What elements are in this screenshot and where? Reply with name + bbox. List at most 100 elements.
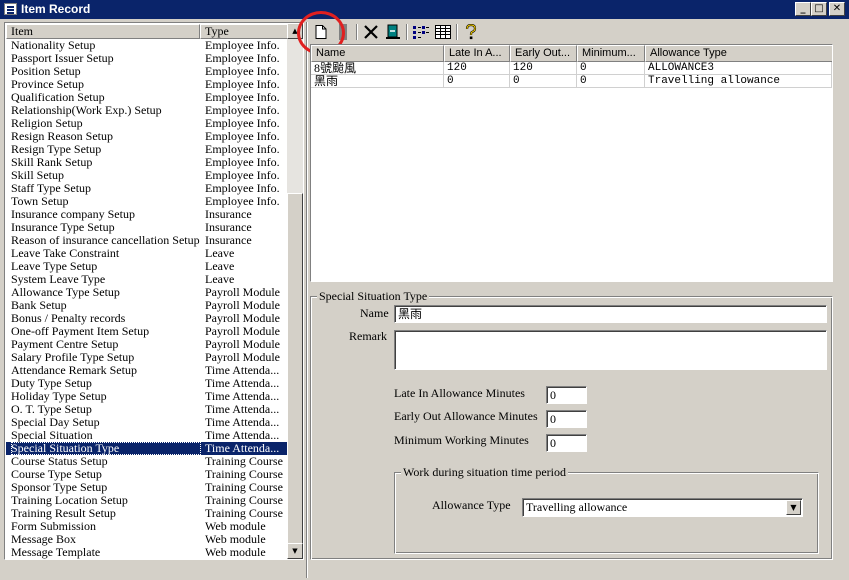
list-item[interactable]: Resign Type Setup Employee Info. [6,143,290,156]
list-item[interactable]: Religion Setup Employee Info. [6,117,290,130]
minimum-working-minutes-input[interactable]: 0 [546,434,587,452]
list-item[interactable]: Leave Type Setup Leave [6,260,290,273]
list-item[interactable]: Allowance Type Setup Payroll Module [6,286,290,299]
list-item[interactable]: Qualification Setup Employee Info. [6,91,290,104]
list-item-name: Resign Reason Setup [11,130,113,143]
list-item-name: Skill Rank Setup [11,156,93,169]
scroll-down-button[interactable]: ▼ [287,543,303,559]
grid-row[interactable]: 8號颱風 120 120 0 ALLOWANCE3 [311,62,832,75]
list-item-type: Employee Info. [205,65,280,78]
records-grid[interactable]: Name Late In A... Early Out... Minimum..… [310,44,833,282]
list-item-name: Resign Type Setup [11,143,102,156]
list-item-type: Insurance [205,221,252,234]
list-item[interactable]: Passport Issuer Setup Employee Info. [6,52,290,65]
list-item[interactable]: Special Day Setup Time Attenda... [6,416,290,429]
list-item[interactable]: Bonus / Penalty records Payroll Module [6,312,290,325]
item-list[interactable]: Item Type Nationality Setup Employee Info… [4,22,304,560]
early-out-minutes-input[interactable]: 0 [546,410,587,428]
list-item[interactable]: Training Location Setup Training Course [6,494,290,507]
maximize-button[interactable]: □ [811,2,827,16]
list-item[interactable]: Province Setup Employee Info. [6,78,290,91]
close-button[interactable]: ✕ [829,2,845,16]
help-icon [465,23,477,40]
list-item-name: Sponsor Type Setup [11,481,108,494]
grid-cell-late-in: 0 [444,75,510,88]
list-item-type: Employee Info. [205,52,280,65]
grid-cell-name: 8號颱風 [311,62,444,75]
list-item[interactable]: O. T. Type Setup Time Attenda... [6,403,290,416]
list-item[interactable]: One-off Payment Item Setup Payroll Module [6,325,290,338]
list-item[interactable]: Course Type Setup Training Course [6,468,290,481]
list-item[interactable]: Salary Profile Type Setup Payroll Module [6,351,290,364]
pane-splitter[interactable] [306,22,308,578]
list-item[interactable]: Sponsor Type Setup Training Course [6,481,290,494]
save-button[interactable] [332,22,354,42]
column-header-type[interactable]: Type [200,24,291,39]
list-item[interactable]: Skill Setup Employee Info. [6,169,290,182]
grid-column-minimum[interactable]: Minimum... [577,45,645,62]
list-item-name: O. T. Type Setup [11,403,92,416]
list-item[interactable]: Nationality Setup Employee Info. [6,39,290,52]
list-item-type: Payroll Module [205,286,280,299]
list-item[interactable]: Reason of insurance cancellation Setup In… [6,234,290,247]
list-item[interactable]: Holiday Type Setup Time Attenda... [6,390,290,403]
item-list-scrollbar[interactable]: ▲ ▼ [287,23,303,559]
exit-button[interactable] [382,22,404,42]
list-item[interactable]: Staff Type Setup Employee Info. [6,182,290,195]
chevron-down-icon[interactable]: ▼ [786,500,801,515]
list-item-name: Nationality Setup [11,39,96,52]
list-item[interactable]: Attendance Remark Setup Time Attenda... [6,364,290,377]
list-item-name: Reason of insurance cancellation Setup [11,234,200,247]
allowance-type-select[interactable]: Travelling allowance ▼ [522,498,803,517]
list-item[interactable]: Bank Setup Payroll Module [6,299,290,312]
list-item[interactable]: Special Situation Time Attenda... [6,429,290,442]
list-item[interactable]: Form Submission Web module [6,520,290,533]
list-item-type: Insurance [205,208,252,221]
grid-column-early-out[interactable]: Early Out... [510,45,577,62]
minimize-button[interactable]: _ [795,2,811,16]
list-item-type: Employee Info. [205,117,280,130]
help-button[interactable] [460,22,482,42]
list-item[interactable]: System Leave Type Leave [6,273,290,286]
list-item[interactable]: Insurance Type Setup Insurance [6,221,290,234]
list-item-name: Special Situation Type [11,442,201,455]
allowance-type-label: Allowance Type [432,498,511,512]
delete-button[interactable] [360,22,382,42]
list-item[interactable]: Town Setup Employee Info. [6,195,290,208]
list-item-name: Training Result Setup [11,507,116,520]
list-item[interactable]: Relationship(Work Exp.) Setup Employee In… [6,104,290,117]
list-item[interactable]: Resign Reason Setup Employee Info. [6,130,290,143]
list-item[interactable]: Payment Centre Setup Payroll Module [6,338,290,351]
list-item[interactable]: Duty Type Setup Time Attenda... [6,377,290,390]
list-item[interactable]: Message Template Web module [6,546,290,559]
remark-textarea[interactable] [394,330,827,370]
grid-column-allowance-type[interactable]: Allowance Type [645,45,832,62]
list-item-name: Province Setup [11,78,84,91]
early-out-minutes-label: Early Out Allowance Minutes [394,409,538,423]
list-item[interactable]: Skill Rank Setup Employee Info. [6,156,290,169]
grid-row[interactable]: 黑雨 0 0 0 Travelling allowance [311,75,832,88]
column-header-item[interactable]: Item [6,24,200,39]
toolbar [310,21,510,43]
list-item[interactable]: Training Result Setup Training Course [6,507,290,520]
detail-view-button[interactable] [432,22,454,42]
late-in-minutes-input[interactable]: 0 [546,386,587,404]
list-item[interactable]: Course Status Setup Training Course [6,455,290,468]
list-item[interactable]: Message Box Web module [6,533,290,546]
list-view-button[interactable] [410,22,432,42]
detail-view-icon [435,25,451,39]
list-item-name: Religion Setup [11,117,83,130]
new-record-button[interactable] [310,22,332,42]
list-item[interactable]: Position Setup Employee Info. [6,65,290,78]
list-item-type: Time Attenda... [205,429,280,442]
list-item[interactable]: Special Situation Type Time Attenda... [6,442,290,455]
scroll-thumb[interactable] [287,193,303,559]
list-item[interactable]: Leave Take Constraint Leave [6,247,290,260]
records-grid-rows: 8號颱風 120 120 0 ALLOWANCE3 黑雨 0 0 0 Trave… [311,62,832,88]
name-input[interactable]: 黑雨 [394,305,827,323]
list-item[interactable]: Insurance company Setup Insurance [6,208,290,221]
scroll-up-button[interactable]: ▲ [287,23,303,39]
grid-column-late-in[interactable]: Late In A... [444,45,510,62]
list-item-type: Training Course [205,481,283,494]
grid-column-name[interactable]: Name [311,45,444,62]
